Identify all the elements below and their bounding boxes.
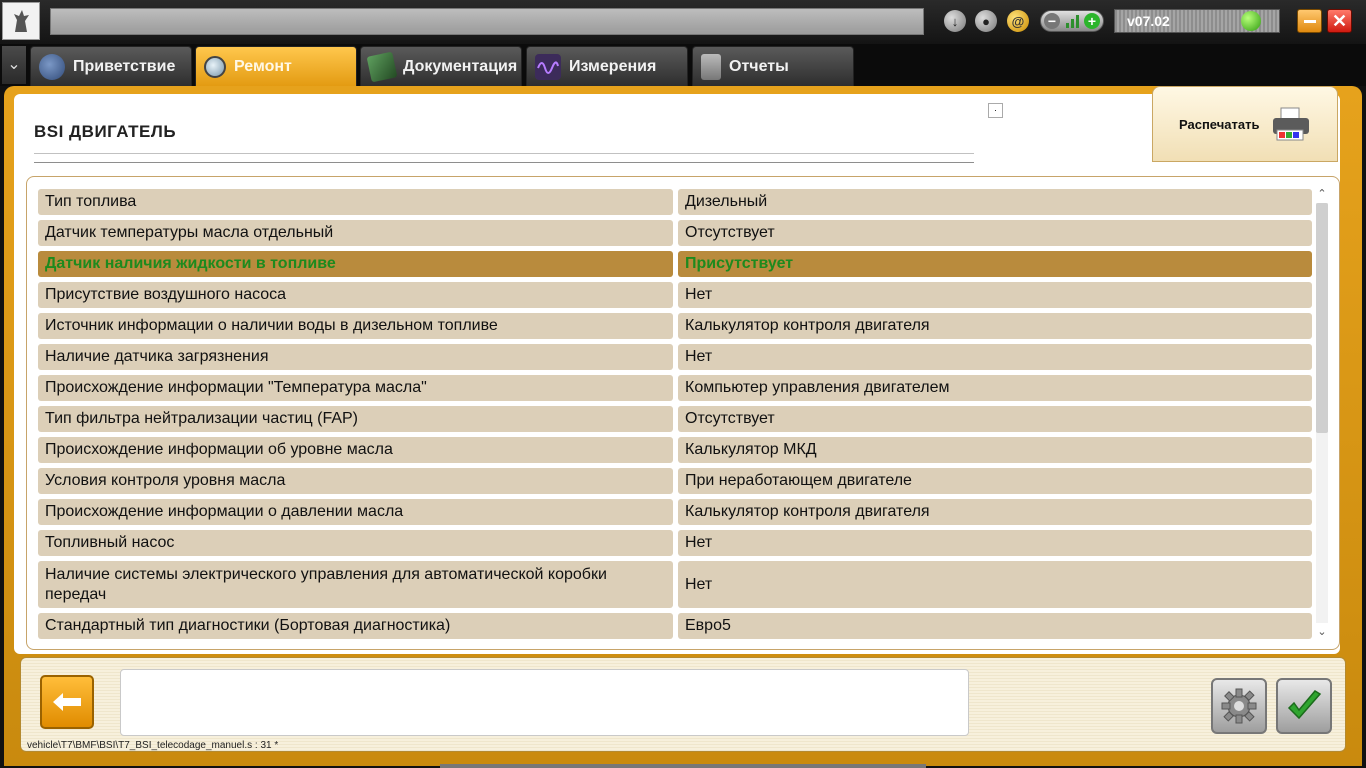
- plus-icon[interactable]: +: [1084, 13, 1100, 29]
- parameter-value: Присутствует: [678, 251, 1312, 277]
- small-checkbox[interactable]: ·: [988, 103, 1003, 118]
- table-row[interactable]: Топливный насос Нет: [38, 530, 1312, 556]
- version-display: v07.02: [1114, 9, 1280, 33]
- table-row[interactable]: Источник информации о наличии воды в диз…: [38, 313, 1312, 339]
- parameter-value: Нет: [678, 282, 1312, 308]
- tab-label: Измерения: [569, 57, 657, 75]
- parameter-name: Тип фильтра нейтрализации частиц (FAP): [38, 406, 673, 432]
- tab-label: Документация: [403, 57, 518, 75]
- vertical-scrollbar[interactable]: ⌃ ⌄: [1315, 187, 1329, 639]
- message-box: [120, 669, 969, 736]
- tab-menu-toggle[interactable]: ⌄: [2, 46, 26, 84]
- table-row[interactable]: Датчик температуры масла отдельный Отсутс…: [38, 220, 1312, 246]
- parameters-table: Тип топлива Дизельный Датчик температуры м…: [26, 176, 1340, 650]
- table-row[interactable]: Происхождение информации о давлении масл…: [38, 499, 1312, 525]
- title-bar: ↓ ● @ − + v07.02 ✕: [0, 0, 1366, 44]
- parameter-value: Калькулятор контроля двигателя: [678, 313, 1312, 339]
- table-row[interactable]: Происхождение информации об уровне масла…: [38, 437, 1312, 463]
- parameter-name: Стандартный тип диагностики (Бортовая ди…: [38, 613, 673, 639]
- scrollbar-thumb[interactable]: [1316, 203, 1328, 433]
- at-icon[interactable]: @: [1007, 10, 1029, 32]
- table-row[interactable]: Наличие системы электрического управлени…: [38, 561, 1312, 608]
- parameter-name: Наличие датчика загрязнения: [38, 344, 673, 370]
- scroll-up-icon[interactable]: ⌃: [1315, 187, 1329, 201]
- parameter-name: Топливный насос: [38, 530, 673, 556]
- arrow-left-icon: [53, 693, 81, 711]
- minimize-button[interactable]: [1297, 9, 1322, 33]
- table-row[interactable]: Присутствие воздушного насоса Нет: [38, 282, 1312, 308]
- minus-icon[interactable]: −: [1044, 13, 1060, 29]
- page-title: BSI ДВИГАТЕЛЬ: [34, 122, 177, 141]
- print-label: Распечатать: [1179, 116, 1260, 132]
- tab-reports[interactable]: Отчеты: [692, 46, 854, 86]
- script-path-status: vehicle\T7\BMF\BSI\T7_BSI_telecodage_man…: [27, 740, 279, 751]
- tab-repair[interactable]: Ремонт: [195, 46, 357, 86]
- table-row[interactable]: Датчик наличия жидкости в топливе Присутс…: [38, 251, 1312, 277]
- peugeot-logo: [2, 2, 40, 40]
- parameter-value: Калькулятор МКД: [678, 437, 1312, 463]
- printer-icon: [1273, 107, 1310, 141]
- parameter-name: Происхождение информации "Температура ма…: [38, 375, 673, 401]
- book-icon: [366, 51, 398, 82]
- parameter-value: Отсутствует: [678, 220, 1312, 246]
- signal-bars-icon: [1065, 14, 1079, 28]
- globe-icon: [39, 53, 65, 80]
- tab-label: Приветствие: [73, 57, 176, 75]
- tab-label: Отчеты: [729, 57, 789, 75]
- parameter-name: Происхождение информации об уровне масла: [38, 437, 673, 463]
- title-divider: [34, 153, 974, 163]
- parameter-value: Компьютер управления двигателем: [678, 375, 1312, 401]
- magnifier-icon: [204, 55, 226, 78]
- parameter-name: Условия контроля уровня масла: [38, 468, 673, 494]
- table-row[interactable]: Стандартный тип диагностики (Бортовая ди…: [38, 613, 1312, 639]
- waveform-icon: [535, 53, 561, 80]
- table-row[interactable]: Наличие датчика загрязнения Нет: [38, 344, 1312, 370]
- version-label: v07.02: [1127, 13, 1170, 29]
- table-body: Тип топлива Дизельный Датчик температуры м…: [38, 189, 1312, 644]
- parameter-name: Источник информации о наличии воды в диз…: [38, 313, 673, 339]
- parameter-name: Тип топлива: [38, 189, 673, 215]
- tab-welcome[interactable]: Приветствие: [30, 46, 192, 86]
- tab-label: Ремонт: [234, 57, 292, 75]
- tab-documentation[interactable]: Документация: [360, 46, 522, 86]
- connection-status-icon: [1241, 11, 1261, 31]
- table-row[interactable]: Условия контроля уровня масла При неработ…: [38, 468, 1312, 494]
- parameter-name: Наличие системы электрического управлени…: [38, 561, 673, 608]
- parameter-name: Датчик наличия жидкости в топливе: [38, 251, 673, 277]
- table-row[interactable]: Происхождение информации "Температура ма…: [38, 375, 1312, 401]
- parameter-value: Отсутствует: [678, 406, 1312, 432]
- parameter-value: Калькулятор контроля двигателя: [678, 499, 1312, 525]
- parameter-value: Нет: [678, 344, 1312, 370]
- table-row[interactable]: Тип фильтра нейтрализации частиц (FAP) От…: [38, 406, 1312, 432]
- parameter-value: При неработающем двигателе: [678, 468, 1312, 494]
- close-button[interactable]: ✕: [1327, 9, 1352, 33]
- gear-icon: [1221, 688, 1257, 724]
- parameter-name: Присутствие воздушного насоса: [38, 282, 673, 308]
- signal-strength-control[interactable]: − +: [1040, 10, 1104, 32]
- print-button[interactable]: Распечатать: [1152, 86, 1338, 162]
- download-icon[interactable]: ↓: [944, 10, 966, 32]
- report-icon: [701, 53, 721, 80]
- settings-button[interactable]: [1211, 678, 1267, 734]
- user-icon[interactable]: ●: [975, 10, 997, 32]
- address-bar: [50, 8, 924, 35]
- parameter-value: Дизельный: [678, 189, 1312, 215]
- parameter-value: Евро5: [678, 613, 1312, 639]
- parameter-name: Происхождение информации о давлении масл…: [38, 499, 673, 525]
- table-row[interactable]: Тип топлива Дизельный: [38, 189, 1312, 215]
- tab-measurements[interactable]: Измерения: [526, 46, 688, 86]
- parameter-name: Датчик температуры масла отдельный: [38, 220, 673, 246]
- parameter-value: Нет: [678, 561, 1312, 608]
- tab-bar: ⌄ Приветствие Ремонт Документация Измере…: [0, 44, 1366, 86]
- back-button[interactable]: [40, 675, 94, 729]
- bottom-strip: [440, 764, 926, 768]
- confirm-button[interactable]: [1276, 678, 1332, 734]
- checkmark-icon: [1287, 690, 1322, 720]
- scroll-down-icon[interactable]: ⌄: [1315, 625, 1329, 639]
- parameter-value: Нет: [678, 530, 1312, 556]
